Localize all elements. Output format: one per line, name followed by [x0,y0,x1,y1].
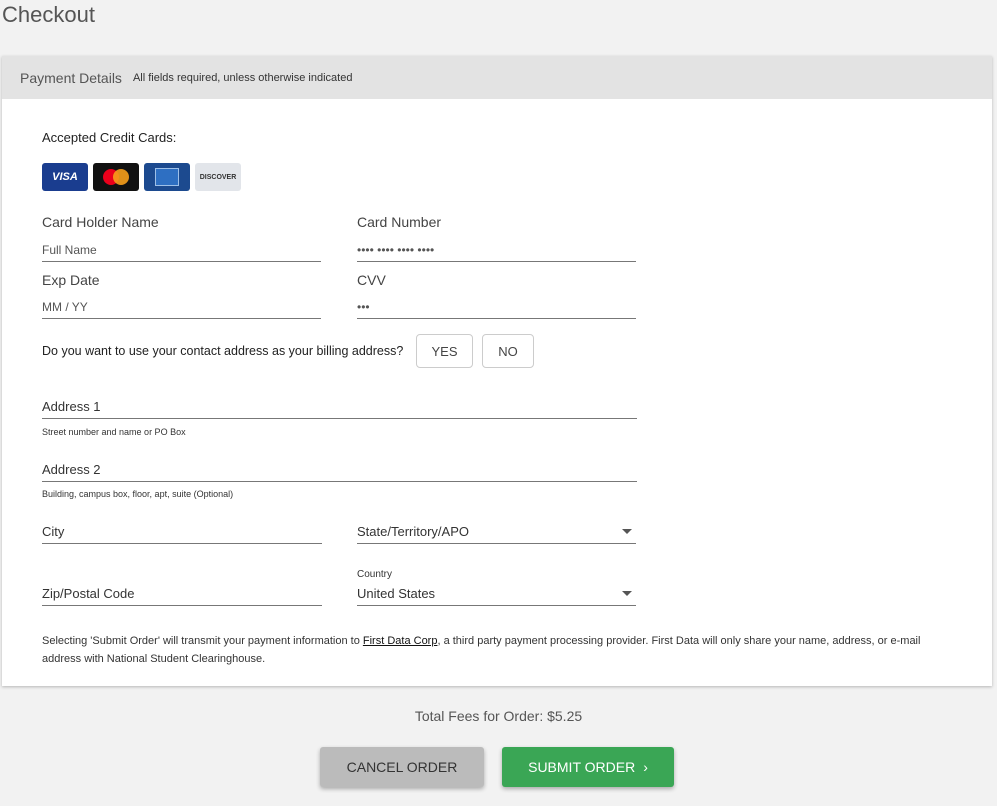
state-select[interactable]: State/Territory/APO [357,520,636,544]
yes-button[interactable]: YES [416,334,473,368]
card-holder-field[interactable] [42,240,321,262]
payment-details-title: Payment Details [20,69,122,86]
address2-field[interactable]: Address 2 [42,458,637,482]
city-field[interactable]: City [42,520,322,544]
cancel-order-button[interactable]: CANCEL ORDER [320,747,484,787]
address1-hint: Street number and name or PO Box [42,427,186,437]
no-button[interactable]: NO [482,334,534,368]
card-number-input[interactable] [357,243,636,257]
zip-field[interactable]: Zip/Postal Code [42,582,322,606]
submit-order-label: SUBMIT ORDER [528,759,636,775]
billing-address-question: Do you want to use your contact address … [42,344,404,358]
exp-date-label: Exp Date [42,272,100,288]
exp-date-field[interactable] [42,297,321,319]
cvv-field[interactable] [357,297,636,319]
cvv-label: CVV [357,272,386,288]
country-value: United States [357,586,436,601]
card-number-field[interactable] [357,240,636,262]
payment-details-header: Payment Details All fields required, unl… [2,56,992,99]
country-select[interactable]: United States [357,582,636,606]
amex-card-icon [144,163,190,191]
payment-details-card: Payment Details All fields required, unl… [2,56,992,686]
address1-label: Address 1 [42,399,101,414]
city-label: City [42,524,65,539]
card-holder-input[interactable] [42,243,321,257]
discover-card-icon: DISCOVER [195,163,241,191]
required-fields-note: All fields required, unless otherwise in… [132,71,353,84]
address1-field[interactable]: Address 1 [42,397,637,419]
card-number-label: Card Number [357,214,442,230]
chevron-down-icon [622,591,632,596]
cvv-input[interactable] [357,300,636,314]
state-label: State/Territory/APO [357,524,469,539]
address2-label: Address 2 [42,462,101,477]
disclaimer-text: Selecting 'Submit Order' will transmit y… [42,635,363,647]
mastercard-icon [93,163,139,191]
accepted-cards-list: VISA DISCOVER [42,163,241,191]
chevron-right-icon: › [643,759,648,775]
submit-order-button[interactable]: SUBMIT ORDER › [502,747,674,787]
page-title: Checkout [2,2,95,27]
zip-label: Zip/Postal Code [42,586,135,601]
address2-hint: Building, campus box, floor, apt, suite … [42,489,234,499]
total-fees: Total Fees for Order: $5.25 [414,708,583,724]
country-label: Country [357,569,393,580]
exp-date-input[interactable] [42,300,321,314]
first-data-link[interactable]: First Data Corp [363,635,438,647]
chevron-down-icon [622,529,632,534]
card-holder-label: Card Holder Name [42,214,159,230]
accepted-cards-label: Accepted Credit Cards: [42,130,177,145]
payment-disclaimer: Selecting 'Submit Order' will transmit y… [42,632,962,668]
cancel-order-label: CANCEL ORDER [346,759,458,775]
visa-card-icon: VISA [42,163,88,191]
